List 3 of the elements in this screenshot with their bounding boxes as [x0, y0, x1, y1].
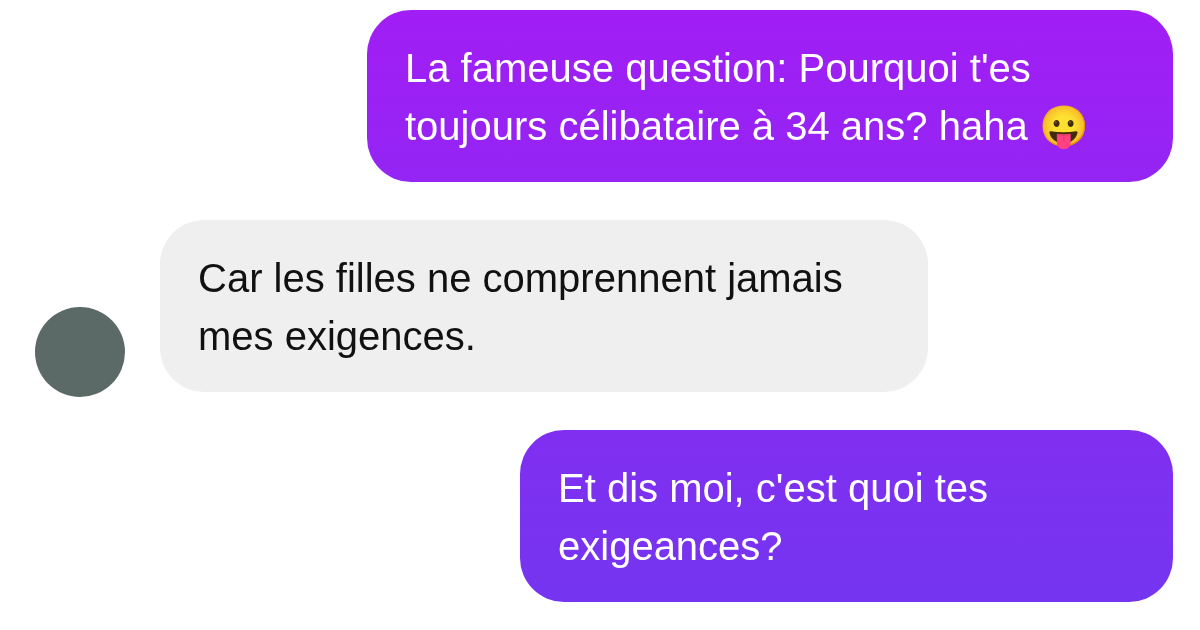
sent-message-bubble: Et dis moi, c'est quoi tes exigeances?	[520, 430, 1173, 602]
sent-message-bubble: La fameuse question: Pourquoi t'es toujours célibataire à 34 ans? haha 😛	[367, 10, 1173, 182]
received-message-bubble: Car les filles ne comprennent jamais mes exigences.	[160, 220, 928, 392]
